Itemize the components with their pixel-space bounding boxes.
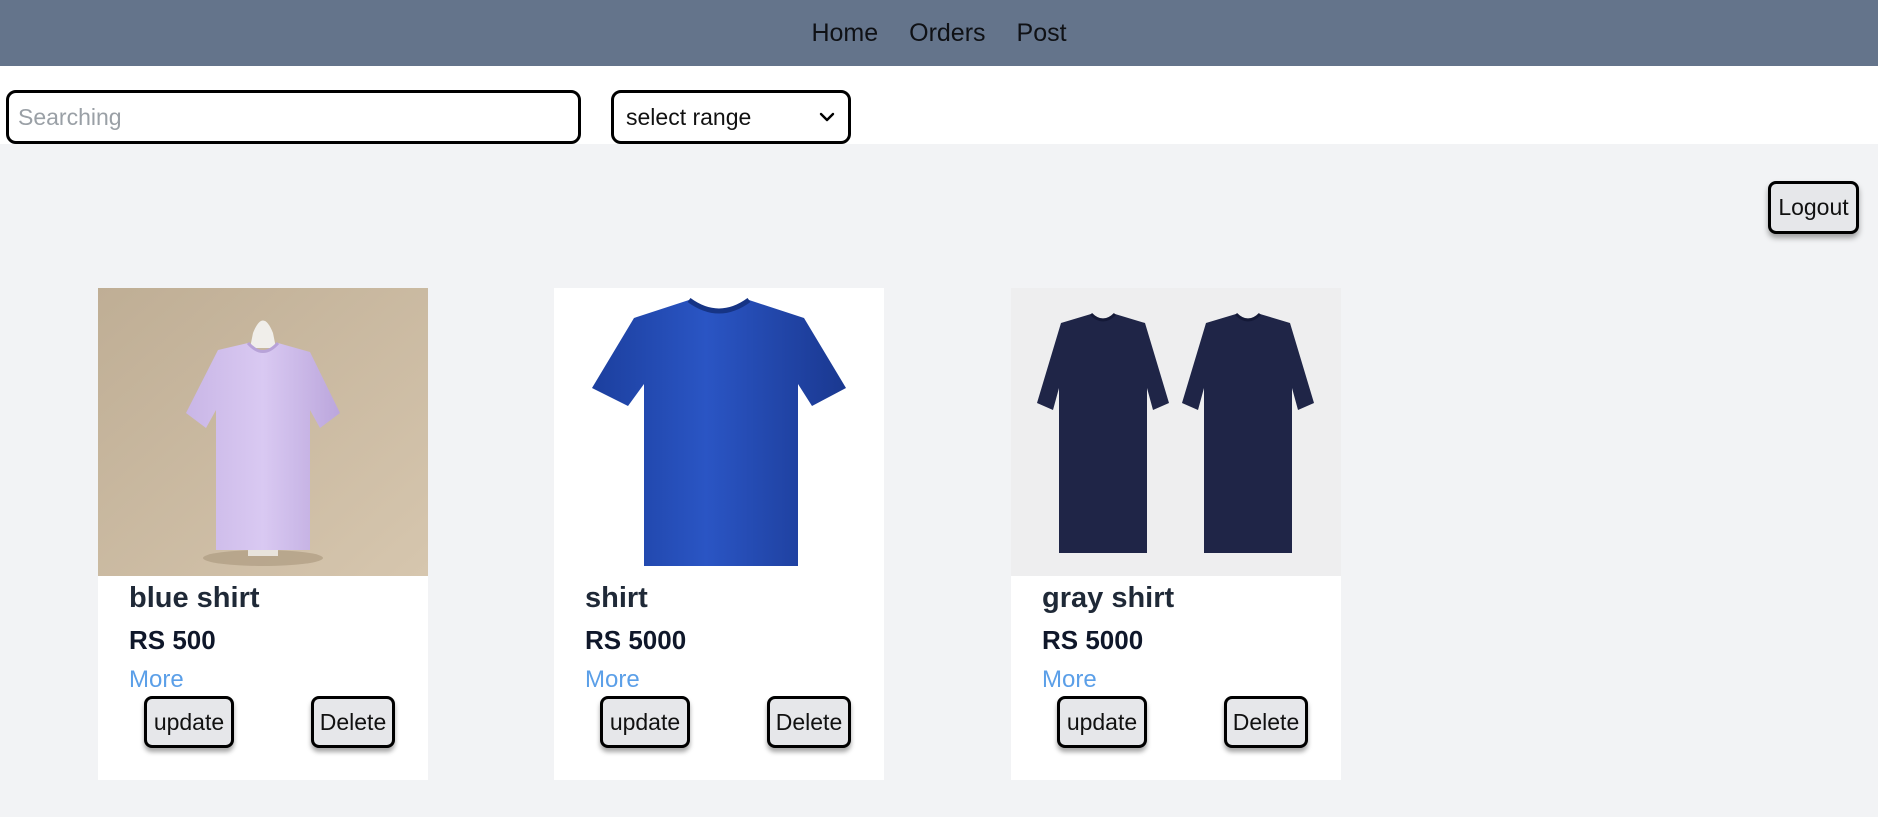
product-title: blue shirt [129,582,260,614]
two-navy-tshirts-image [1011,288,1341,576]
search-input[interactable] [6,90,581,144]
more-link[interactable]: More [585,666,640,694]
lavender-tshirt-mannequin-image [98,288,428,576]
product-price: RS 5000 [585,625,687,655]
update-button[interactable]: update [600,696,690,748]
range-select-value: select range [626,103,752,130]
filter-toolbar: select range [0,66,1878,144]
delete-button[interactable]: Delete [767,696,851,748]
product-title: shirt [585,582,648,614]
product-card: gray shirt RS 5000 More update Delete [1011,288,1341,780]
product-price: RS 5000 [1042,625,1144,655]
more-link[interactable]: More [1042,666,1097,694]
more-link[interactable]: More [129,666,184,694]
update-button[interactable]: update [1057,696,1147,748]
product-image [554,288,884,576]
nav-post-link[interactable]: Post [1017,19,1067,48]
product-card: blue shirt RS 500 More update Delete [98,288,428,780]
update-button[interactable]: update [144,696,234,748]
product-title: gray shirt [1042,582,1175,614]
delete-button[interactable]: Delete [311,696,395,748]
nav-orders-link[interactable]: Orders [909,19,985,48]
nav-home-link[interactable]: Home [811,19,878,48]
product-card: shirt RS 5000 More update Delete [554,288,884,780]
product-price: RS 500 [129,625,216,655]
logout-button[interactable]: Logout [1768,181,1859,234]
range-select[interactable]: select range [611,90,851,144]
product-image [98,288,428,576]
delete-button[interactable]: Delete [1224,696,1308,748]
blue-tshirt-image [554,288,884,576]
product-image [1011,288,1341,576]
chevron-down-icon [819,112,835,122]
top-navbar: Home Orders Post [0,0,1878,66]
